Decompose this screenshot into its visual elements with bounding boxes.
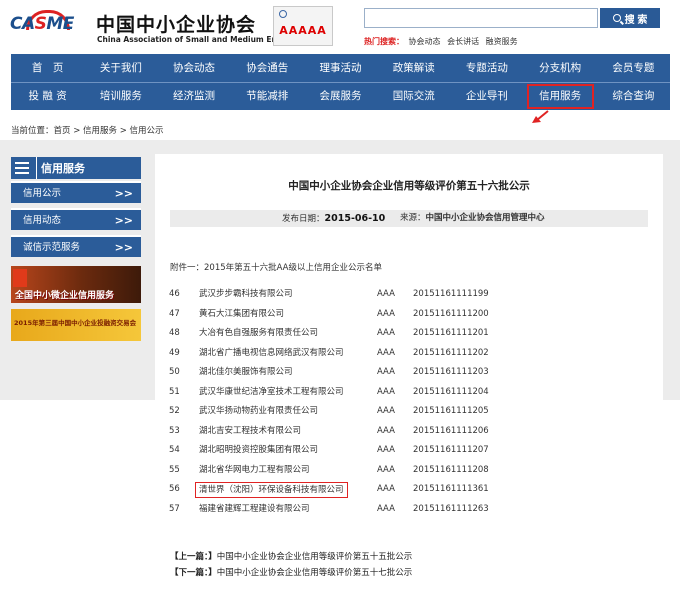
double-chevron-right-icon: >> — [114, 187, 133, 200]
badge-emblem-icon — [279, 10, 287, 18]
org-name-cn: 中国中小企业协会 — [96, 14, 257, 36]
list-item: 55 湖北省华网电力工程有限公司 AAA 20151161111208 — [169, 464, 489, 475]
badge-rating-text: AAAAA — [279, 24, 327, 37]
list-item: 54 湖北昭明投资控股集团有限公司 AAA 20151161111207 — [169, 445, 489, 455]
badge-header — [276, 9, 330, 19]
list-item: 50 湖北佳尔美服饰有限公司 AAA 20151161111203 — [169, 367, 489, 377]
sidebar-item-integrity-demo[interactable]: 诚信示范服务 >> — [11, 235, 141, 257]
highlighted-company-name: 清世界（沈阳）环保设备科技有限公司 — [195, 482, 348, 498]
sidebar-title: 信用服务 — [11, 157, 141, 179]
prev-article-link[interactable]: 【上一篇：】中国中小企业协会企业信用等级评价第五十五批公示 — [170, 550, 412, 562]
nav-row-1: 首 页 关于我们 协会动态 协会通告 理事活动 政策解读 专题活动 分支机构 会… — [11, 55, 670, 82]
hot-search-label: 热门搜索： — [364, 37, 404, 46]
double-chevron-right-icon: >> — [114, 241, 133, 254]
list-item: 47 黄石大江集团有限公司 AAA 20151161111200 — [169, 308, 489, 319]
nav-branches[interactable]: 分支机构 — [524, 55, 597, 82]
publish-info: 发布日期：2015-06-10 — [282, 213, 386, 224]
nav-energy[interactable]: 节能减排 — [231, 83, 304, 110]
article-panel: 中国中小企业协会企业信用等级评价第五十六批公示 发布日期：2015-06-10 … — [155, 154, 663, 599]
banner-title: 全国中小微企业信用服务 — [15, 291, 115, 301]
nav-economy[interactable]: 经济监测 — [157, 83, 230, 110]
nav-news[interactable]: 协会动态 — [157, 55, 230, 82]
nav-international[interactable]: 国际交流 — [377, 83, 450, 110]
banner-title: 2015年第三届中国中小企业投融资交易会 — [14, 319, 137, 327]
search-icon — [612, 14, 621, 22]
list-item: 52 武汉华扬动物药业有限责任公司 AAA 20151161111205 — [169, 406, 489, 416]
main-nav: 首 页 关于我们 协会动态 协会通告 理事活动 政策解读 专题活动 分支机构 会… — [11, 54, 670, 110]
credit-service-banner[interactable]: 全国中小微企业信用服务 — [11, 266, 141, 303]
list-item-highlighted: 56 清世界（沈阳）环保设备科技有限公司 AAA 20151161111361 — [169, 480, 649, 500]
aaaaa-rating-badge[interactable]: AAAAA — [273, 6, 333, 46]
nav-policy[interactable]: 政策解读 — [377, 55, 450, 82]
double-chevron-right-icon: >> — [114, 214, 133, 227]
sidebar-item-credit-notice[interactable]: 信用公示 >> — [11, 181, 141, 203]
list-item: 51 武汉华康世纪洁净室技术工程有限公司 AAA 20151161111204 — [169, 386, 489, 397]
article-title: 中国中小企业协会企业信用等级评价第五十六批公示 — [288, 180, 530, 192]
list-item: 46 武汉步步霸科技有限公司 AAA 20151161111199 — [169, 289, 489, 299]
nav-members[interactable]: 会员专题 — [597, 55, 670, 82]
sidebar-item-credit-news[interactable]: 信用动态 >> — [11, 208, 141, 230]
annotation-arrow-icon — [532, 110, 549, 123]
nav-credit-service[interactable]: 信用服务 — [524, 83, 597, 110]
nav-training[interactable]: 培训服务 — [84, 83, 157, 110]
nav-council[interactable]: 理事活动 — [304, 55, 377, 82]
source-value: 中国中小企业协会信用管理中心 — [425, 213, 545, 223]
hot-search-term[interactable]: 融资服务 — [486, 37, 518, 46]
list-item: 48 大冶有色自强服务有限责任公司 AAA 20151161111201 — [169, 328, 489, 338]
header: CASME 中国中小企业协会 China Association of Smal… — [0, 0, 680, 52]
search-input[interactable] — [364, 8, 598, 28]
nav-notices[interactable]: 协会通告 — [231, 55, 304, 82]
list-item: 53 湖北吉安工程技术有限公司 AAA 20151161111206 — [169, 425, 489, 436]
publish-date: 2015-06-10 — [324, 213, 386, 224]
breadcrumb: 当前位置：首页 > 信用服务 > 信用公示 — [11, 126, 164, 136]
nav-query[interactable]: 综合查询 — [597, 83, 670, 110]
hot-search: 热门搜索： 协会动态 会长讲话 融资服务 — [364, 36, 522, 47]
next-article-link[interactable]: 【下一篇：】中国中小企业协会企业信用等级评价第五十七批公示 — [170, 566, 412, 578]
hot-search-term[interactable]: 协会动态 — [409, 37, 441, 46]
list-item: 57 福建省建辉工程建设有限公司 AAA 20151161111263 — [169, 503, 489, 514]
search-button[interactable]: 搜 索 — [600, 8, 660, 28]
nav-investment[interactable]: 投 融 资 — [11, 83, 84, 110]
list-item: 49 湖北省广播电视信息网络武汉有限公司 AAA 20151161111202 — [169, 347, 489, 358]
nav-about[interactable]: 关于我们 — [84, 55, 157, 82]
banner-ribbon-icon — [13, 269, 27, 287]
source-info: 来源：中国中小企业协会信用管理中心 — [400, 213, 545, 223]
article-meta: 发布日期：2015-06-10 来源：中国中小企业协会信用管理中心 — [170, 210, 648, 227]
nav-guide[interactable]: 企业导刊 — [450, 83, 523, 110]
nav-row-2: 投 融 资 培训服务 经济监测 节能减排 会展服务 国际交流 企业导刊 信用服务… — [11, 83, 670, 110]
list-icon — [11, 157, 37, 179]
attachment-line: 附件一：2015年第五十六批AA级以上信用企业公示名单 — [170, 263, 383, 273]
nav-events[interactable]: 专题活动 — [450, 55, 523, 82]
hot-search-term[interactable]: 会长讲话 — [447, 37, 479, 46]
nav-exhibition[interactable]: 会展服务 — [304, 83, 377, 110]
nav-home[interactable]: 首 页 — [11, 55, 84, 82]
logo-text: CASME — [10, 14, 74, 34]
investment-fair-banner[interactable]: 2015年第三届中国中小企业投融资交易会 — [11, 309, 141, 341]
casme-logo[interactable]: CASME — [8, 8, 90, 44]
